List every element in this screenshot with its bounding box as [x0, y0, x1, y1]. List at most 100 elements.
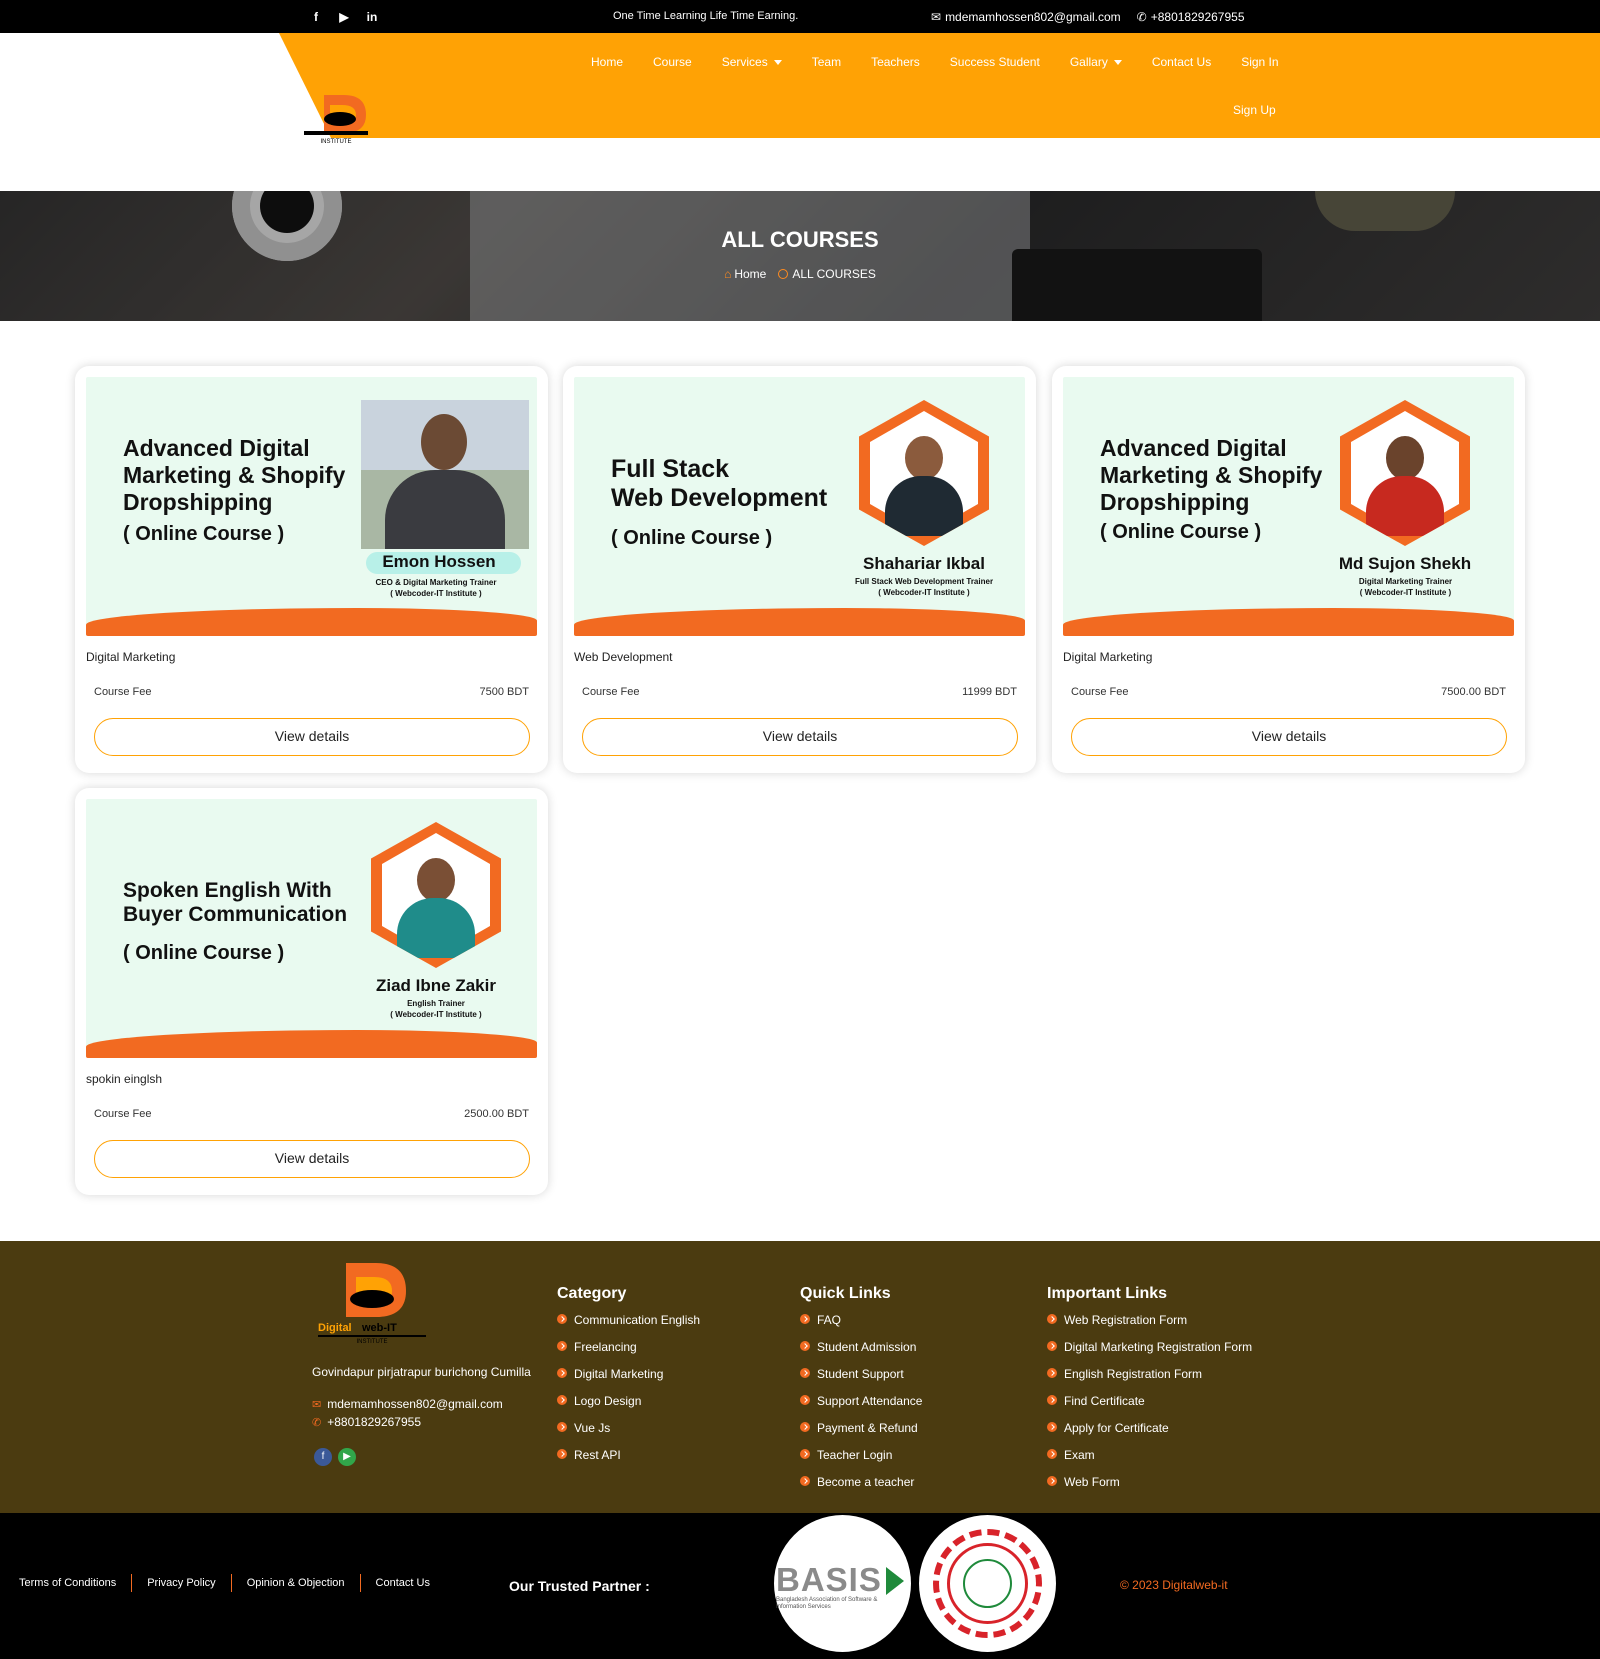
chevron-down-icon	[1113, 59, 1122, 65]
trainer-name: Shahariar Ikbal	[863, 554, 985, 573]
phone-icon: ✆	[1136, 10, 1147, 24]
nav-gallary[interactable]: Gallary	[1055, 51, 1137, 73]
arrow-circle-icon	[800, 1449, 810, 1459]
nav-home[interactable]: Home	[576, 51, 638, 73]
course-fee: 7500.00 BDT	[1441, 686, 1506, 698]
home-icon: ⌂	[724, 267, 732, 281]
course-thumbnail[interactable]: Advanced Digital Marketing & Shopify Dro…	[1063, 377, 1514, 636]
footer-link[interactable]: Web Registration Form	[1047, 1313, 1252, 1340]
nav-teachers[interactable]: Teachers	[856, 51, 935, 73]
footer-link[interactable]: Apply for Certificate	[1047, 1421, 1252, 1448]
opinion-link[interactable]: Opinion & Objection	[232, 1574, 361, 1592]
arrow-circle-icon	[1047, 1314, 1057, 1324]
footer-link[interactable]: Web Form	[1047, 1475, 1252, 1502]
privacy-link[interactable]: Privacy Policy	[132, 1574, 232, 1592]
arrow-circle-icon	[800, 1314, 810, 1324]
footer-link[interactable]: Digital Marketing Registration Form	[1047, 1340, 1252, 1367]
course-category: Digital Marketing	[86, 650, 176, 664]
arrow-circle-icon	[557, 1395, 567, 1405]
footer-link[interactable]: Digital Marketing	[557, 1367, 700, 1394]
nav-team[interactable]: Team	[797, 51, 856, 73]
arrow-circle-icon	[557, 1449, 567, 1459]
footer-link[interactable]: FAQ	[800, 1313, 922, 1340]
page-hero: ALL COURSES ⌂ Home ALL COURSES	[0, 191, 1600, 321]
course-thumbnail[interactable]: Advanced Digital Marketing & Shopify Dro…	[86, 377, 537, 636]
footer-link[interactable]: Communication English	[557, 1313, 700, 1340]
social-links: f ▶ in	[309, 10, 379, 24]
footer-link[interactable]: English Registration Form	[1047, 1367, 1252, 1394]
facebook-icon[interactable]: f	[309, 10, 323, 24]
footer-link[interactable]: Student Support	[800, 1367, 922, 1394]
footer-link[interactable]: Rest API	[557, 1448, 700, 1475]
view-details-button[interactable]: View details	[94, 1140, 530, 1178]
footer-link[interactable]: Exam	[1047, 1448, 1252, 1475]
arrow-circle-icon	[1047, 1368, 1057, 1378]
footer-quick-links-column: Quick Links FAQ Student Admission Studen…	[800, 1285, 922, 1502]
envelope-icon: ✉	[931, 10, 942, 24]
footer-link[interactable]: Find Certificate	[1047, 1394, 1252, 1421]
arrow-circle-icon	[800, 1395, 810, 1405]
trainer-photo	[1340, 400, 1470, 546]
footer-link[interactable]: Teacher Login	[800, 1448, 922, 1475]
arrow-circle-icon	[1047, 1476, 1057, 1486]
nav-sign-up[interactable]: Sign Up	[1233, 103, 1276, 117]
footer-link[interactable]: Payment & Refund	[800, 1421, 922, 1448]
view-details-button[interactable]: View details	[582, 718, 1018, 756]
top-phone[interactable]: ✆ +8801829267955	[1137, 10, 1245, 24]
brand-logo[interactable]: INSTITUTE	[300, 93, 372, 145]
footer-link[interactable]: Support Attendance	[800, 1394, 922, 1421]
footer-link[interactable]: Freelancing	[557, 1340, 700, 1367]
facebook-icon[interactable]: f	[314, 1448, 332, 1466]
nav-course[interactable]: Course	[638, 51, 707, 73]
linkedin-icon[interactable]: in	[365, 10, 379, 24]
nav-sign-in[interactable]: Sign In	[1226, 51, 1293, 73]
arrow-circle-icon	[800, 1422, 810, 1432]
youtube-icon[interactable]: ▶	[337, 10, 351, 24]
nav-contact-us[interactable]: Contact Us	[1137, 51, 1226, 73]
footer-link[interactable]: Become a teacher	[800, 1475, 922, 1502]
view-details-button[interactable]: View details	[1071, 718, 1507, 756]
course-fee: 7500 BDT	[479, 686, 529, 698]
footer-link[interactable]: Student Admission	[800, 1340, 922, 1367]
arrow-circle-icon	[1047, 1341, 1057, 1351]
trainer-role: English Trainer ( Webcoder-IT Institute …	[390, 999, 482, 1019]
envelope-icon: ✉	[312, 1398, 322, 1411]
arrow-circle-icon	[1047, 1449, 1057, 1459]
arrow-circle-icon	[557, 1341, 567, 1351]
arrow-circle-icon	[557, 1368, 567, 1378]
terms-link[interactable]: Terms of Conditions	[19, 1574, 133, 1592]
legal-links: Terms of Conditions Privacy Policy Opini…	[19, 1574, 445, 1592]
course-thumbnail[interactable]: Full Stack Web Development ( Online Cour…	[574, 377, 1025, 636]
course-card: Advanced Digital Marketing & Shopify Dro…	[75, 366, 548, 773]
trainer-role: CEO & Digital Marketing Trainer ( Webcod…	[375, 578, 497, 598]
trainer-role: Full Stack Web Development Trainer ( Web…	[854, 577, 994, 597]
breadcrumb-home[interactable]: Home	[734, 267, 766, 281]
footer-phone[interactable]: ✆ +8801829267955	[312, 1415, 421, 1429]
logo-institute-text: INSTITUTE	[321, 139, 352, 145]
nav-services[interactable]: Services	[707, 51, 797, 73]
view-details-button[interactable]: View details	[94, 718, 530, 756]
bottom-bar: Terms of Conditions Privacy Policy Opini…	[0, 1513, 1600, 1659]
basis-logo[interactable]: BASIS Bangladesh Association of Software…	[774, 1515, 911, 1652]
footer-logo-text-1: Digital	[318, 1322, 352, 1334]
course-fee: 11999 BDT	[962, 686, 1017, 698]
footer-logo-institute: INSTITUTE	[357, 1339, 388, 1345]
footer-logo[interactable]: Digital web-IT INSTITUTE	[314, 1261, 430, 1345]
breadcrumb: ⌂ Home ALL COURSES	[0, 267, 1600, 281]
arrow-circle-icon	[557, 1314, 567, 1324]
footer-email[interactable]: ✉ mdemamhossen802@gmail.com	[312, 1397, 503, 1411]
footer-link[interactable]: Logo Design	[557, 1394, 700, 1421]
education-board-logo[interactable]	[919, 1515, 1056, 1652]
course-thumbnail[interactable]: Spoken English With Buyer Communication …	[86, 799, 537, 1058]
youtube-icon[interactable]: ▶	[338, 1448, 356, 1466]
top-bar: f ▶ in One Time Learning Life Time Earni…	[0, 0, 1600, 33]
top-contact: ✉ mdemamhossen802@gmail.com ✆ +88018292679…	[931, 10, 1245, 24]
arrow-circle-icon	[557, 1422, 567, 1432]
top-email[interactable]: ✉ mdemamhossen802@gmail.com	[931, 10, 1121, 24]
trainer-name: Md Sujon Shekh	[1338, 554, 1472, 573]
footer-link[interactable]: Vue Js	[557, 1421, 700, 1448]
course-fee-row: Course Fee 7500 BDT	[94, 686, 529, 698]
contact-link[interactable]: Contact Us	[361, 1574, 445, 1592]
nav-success-student[interactable]: Success Student	[935, 51, 1055, 73]
course-category: spokin einglsh	[86, 1072, 163, 1086]
